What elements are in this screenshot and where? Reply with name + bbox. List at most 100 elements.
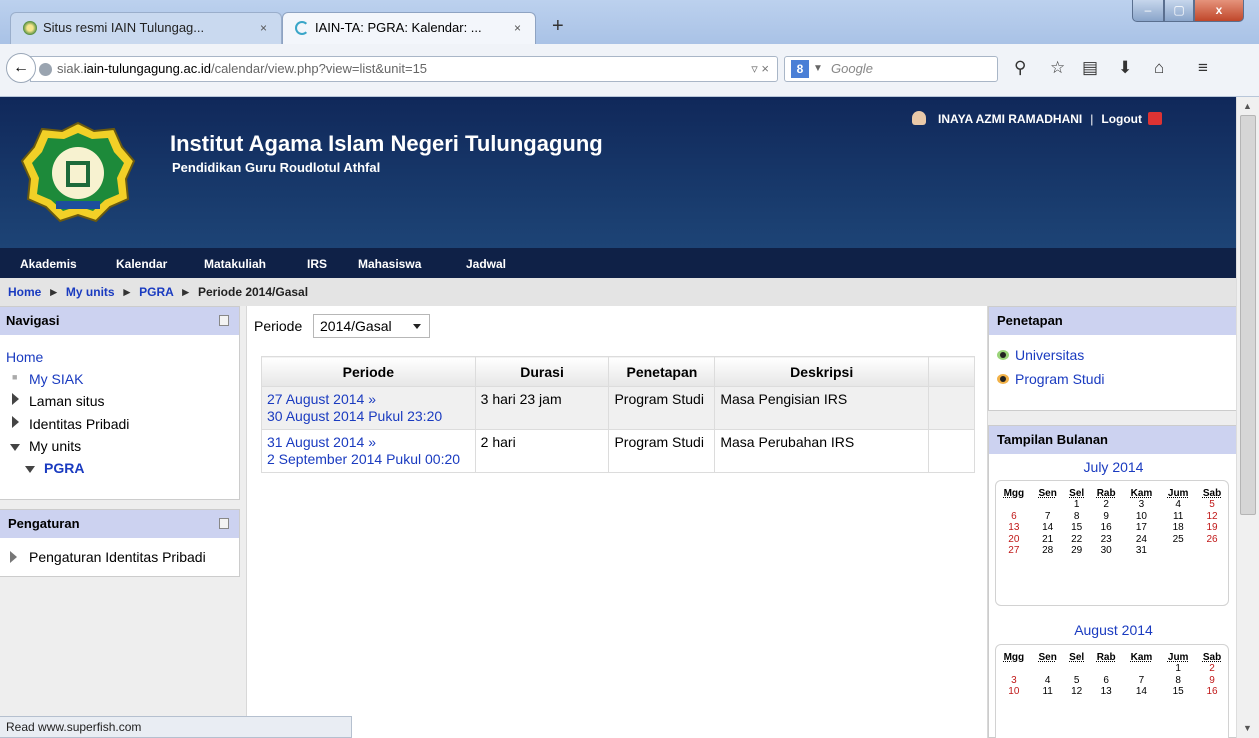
calendar-day[interactable]: 31 bbox=[1123, 545, 1161, 557]
search-icon[interactable]: ⚲ bbox=[1014, 58, 1026, 78]
calendar-day[interactable]: 11 bbox=[1160, 511, 1196, 523]
url-bar[interactable]: siak.iain-tulungagung.ac.id/calendar/vie… bbox=[30, 56, 778, 82]
breadcrumb-pgra[interactable]: PGRA bbox=[139, 285, 173, 299]
calendar-day[interactable]: 8 bbox=[1160, 675, 1196, 687]
event-end-link[interactable]: 2 September 2014 Pukul 00:20 bbox=[267, 451, 460, 467]
settings-identitas-pribadi[interactable]: Pengaturan Identitas Pribadi bbox=[29, 549, 206, 565]
calendar-day[interactable]: 28 bbox=[1032, 545, 1064, 557]
scroll-up-icon[interactable]: ▲ bbox=[1243, 101, 1252, 111]
calendar-day[interactable]: 8 bbox=[1064, 511, 1090, 523]
calendar-day[interactable]: 20 bbox=[996, 534, 1032, 546]
calendar-day[interactable]: 13 bbox=[1090, 686, 1123, 698]
calendar-day[interactable]: 4 bbox=[1032, 675, 1064, 687]
expand-icon[interactable] bbox=[10, 551, 17, 563]
close-window-button[interactable]: x bbox=[1194, 0, 1244, 22]
calendar-day[interactable]: 29 bbox=[1064, 545, 1090, 557]
collapse-icon[interactable] bbox=[10, 444, 20, 451]
calendar-day[interactable]: 4 bbox=[1160, 499, 1196, 511]
calendar-day[interactable]: 27 bbox=[996, 545, 1032, 557]
calendar-day[interactable]: 9 bbox=[1090, 511, 1123, 523]
calendar-day[interactable]: 5 bbox=[1064, 675, 1090, 687]
nav-pgra[interactable]: PGRA bbox=[44, 460, 84, 476]
calendar-day[interactable]: 1 bbox=[1160, 663, 1196, 675]
logout-icon[interactable] bbox=[1148, 112, 1163, 125]
legend-program-studi[interactable]: Program Studi bbox=[997, 371, 1104, 387]
month-title-august[interactable]: August 2014 bbox=[989, 622, 1236, 638]
calendar-day[interactable]: 1 bbox=[1064, 499, 1090, 511]
calendar-day[interactable]: 14 bbox=[1032, 522, 1064, 534]
menu-mahasiswa[interactable]: Mahasiswa bbox=[358, 257, 421, 271]
month-title-july[interactable]: July 2014 bbox=[989, 459, 1236, 475]
calendar-day[interactable]: 7 bbox=[1123, 675, 1161, 687]
back-button[interactable]: ← bbox=[6, 53, 36, 83]
chevron-down-icon[interactable]: ▼ bbox=[813, 57, 823, 81]
nav-laman-situs[interactable]: Laman situs bbox=[29, 393, 104, 409]
calendar-day[interactable]: 5 bbox=[1196, 499, 1228, 511]
breadcrumb-home[interactable]: Home bbox=[8, 285, 41, 299]
nav-home[interactable]: Home bbox=[6, 349, 43, 365]
calendar-day[interactable]: 3 bbox=[1123, 499, 1161, 511]
calendar-day[interactable]: 2 bbox=[1090, 499, 1123, 511]
calendar-day[interactable]: 16 bbox=[1196, 686, 1228, 698]
dock-block-icon[interactable] bbox=[219, 315, 229, 326]
menu-jadwal[interactable]: Jadwal bbox=[466, 257, 506, 271]
menu-matakuliah[interactable]: Matakuliah bbox=[204, 257, 266, 271]
bookmarks-list-icon[interactable]: ▤ bbox=[1082, 58, 1098, 78]
menu-icon[interactable]: ≡ bbox=[1198, 58, 1208, 78]
collapse-icon[interactable] bbox=[25, 466, 35, 473]
browser-tab-iain[interactable]: Situs resmi IAIN Tulungag... × bbox=[10, 12, 282, 44]
page-scrollbar[interactable]: ▲ ▼ bbox=[1236, 97, 1259, 738]
calendar-day[interactable]: 14 bbox=[1123, 686, 1161, 698]
periode-select[interactable]: 2014/Gasal bbox=[313, 314, 430, 338]
event-end-link[interactable]: 30 August 2014 Pukul 23:20 bbox=[267, 408, 442, 424]
calendar-day[interactable]: 21 bbox=[1032, 534, 1064, 546]
scroll-down-icon[interactable]: ▼ bbox=[1243, 723, 1252, 733]
menu-irs[interactable]: IRS bbox=[307, 257, 327, 271]
nav-identitas-pribadi[interactable]: Identitas Pribadi bbox=[29, 416, 129, 432]
maximize-button[interactable]: ▢ bbox=[1164, 0, 1194, 22]
search-input[interactable]: 8 ▼ Google bbox=[784, 56, 998, 82]
calendar-day[interactable]: 10 bbox=[1123, 511, 1161, 523]
scrollbar-thumb[interactable] bbox=[1240, 115, 1256, 515]
nav-my-units[interactable]: My units bbox=[29, 438, 81, 454]
google-search-engine-icon[interactable]: 8 bbox=[791, 60, 809, 78]
calendar-day[interactable]: 15 bbox=[1064, 522, 1090, 534]
new-tab-button[interactable]: + bbox=[552, 16, 564, 36]
browser-tab-kalendar[interactable]: IAIN-TA: PGRA: Kalendar: ... × bbox=[282, 12, 536, 44]
calendar-day[interactable]: 23 bbox=[1090, 534, 1123, 546]
expand-icon[interactable] bbox=[12, 416, 19, 428]
legend-universitas[interactable]: Universitas bbox=[997, 347, 1084, 363]
calendar-day[interactable]: 18 bbox=[1160, 522, 1196, 534]
calendar-day[interactable]: 9 bbox=[1196, 675, 1228, 687]
calendar-day[interactable]: 26 bbox=[1196, 534, 1228, 546]
calendar-day[interactable]: 17 bbox=[1123, 522, 1161, 534]
calendar-day[interactable]: 10 bbox=[996, 686, 1032, 698]
calendar-day[interactable]: 22 bbox=[1064, 534, 1090, 546]
calendar-day[interactable]: 19 bbox=[1196, 522, 1228, 534]
menu-kalendar[interactable]: Kalendar bbox=[116, 257, 167, 271]
calendar-day[interactable]: 16 bbox=[1090, 522, 1123, 534]
menu-akademis[interactable]: Akademis bbox=[20, 257, 77, 271]
calendar-day[interactable]: 12 bbox=[1196, 511, 1228, 523]
event-start-link[interactable]: 31 August 2014 » bbox=[267, 434, 376, 450]
bookmark-star-icon[interactable]: ☆ bbox=[1050, 58, 1065, 78]
calendar-day[interactable]: 2 bbox=[1196, 663, 1228, 675]
calendar-day[interactable]: 13 bbox=[996, 522, 1032, 534]
calendar-day[interactable]: 25 bbox=[1160, 534, 1196, 546]
calendar-day[interactable]: 12 bbox=[1064, 686, 1090, 698]
close-tab-icon[interactable]: × bbox=[260, 13, 267, 43]
calendar-day[interactable]: 24 bbox=[1123, 534, 1161, 546]
event-start-link[interactable]: 27 August 2014 » bbox=[267, 391, 376, 407]
breadcrumb-my-units[interactable]: My units bbox=[66, 285, 115, 299]
calendar-day[interactable]: 6 bbox=[1090, 675, 1123, 687]
dock-block-icon[interactable] bbox=[219, 518, 229, 529]
user-name[interactable]: INAYA AZMI RAMADHANI bbox=[938, 112, 1082, 126]
download-icon[interactable]: ⬇ bbox=[1118, 58, 1132, 78]
home-icon[interactable]: ⌂ bbox=[1154, 58, 1164, 78]
calendar-day[interactable]: 30 bbox=[1090, 545, 1123, 557]
calendar-day[interactable]: 11 bbox=[1032, 686, 1064, 698]
logout-link[interactable]: Logout bbox=[1101, 112, 1142, 126]
calendar-day[interactable]: 15 bbox=[1160, 686, 1196, 698]
calendar-day[interactable]: 3 bbox=[996, 675, 1032, 687]
url-controls[interactable]: ▿ × bbox=[751, 57, 769, 81]
